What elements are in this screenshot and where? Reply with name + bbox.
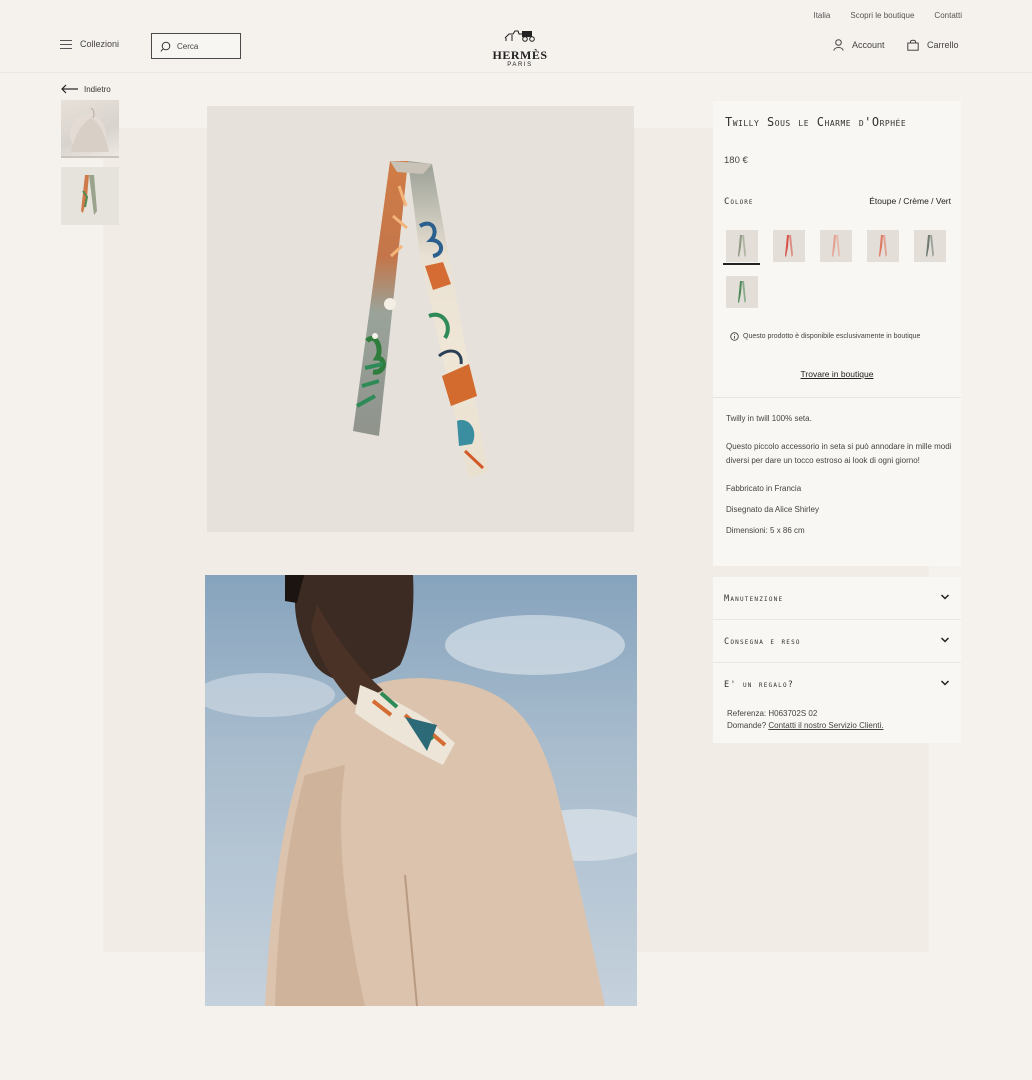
search-icon bbox=[160, 41, 171, 52]
color-swatch-5[interactable] bbox=[914, 230, 946, 262]
customer-service-link[interactable]: Contatti il nostro Servizio Clienti. bbox=[768, 721, 883, 730]
swatch-scarf-icon bbox=[738, 235, 746, 257]
hamburger-icon bbox=[60, 39, 72, 49]
back-label: Indietro bbox=[84, 84, 111, 94]
shopping-bag-icon bbox=[907, 39, 919, 51]
boutiques-link[interactable]: Scopri le boutique bbox=[850, 11, 914, 20]
color-swatch-6[interactable] bbox=[726, 276, 758, 308]
accordion-care-label: Manutenzione bbox=[724, 594, 784, 604]
info-icon bbox=[730, 332, 739, 341]
collections-menu-button[interactable]: Collezioni bbox=[60, 39, 119, 49]
user-icon bbox=[833, 39, 844, 51]
chevron-down-icon bbox=[940, 680, 950, 686]
accordion-care[interactable]: Manutenzione bbox=[713, 577, 961, 620]
swatch-scarf-icon bbox=[926, 235, 934, 257]
contacts-link[interactable]: Contatti bbox=[934, 11, 962, 20]
cart-label: Carrello bbox=[927, 40, 959, 50]
site-header: Italia Scopri le boutique Contatti Colle… bbox=[0, 0, 1032, 73]
chevron-down-icon bbox=[940, 594, 950, 600]
color-swatch-3[interactable] bbox=[820, 230, 852, 262]
details-accordion-panel: Manutenzione Consegna e reso E' un regal… bbox=[713, 577, 961, 743]
reference-info: Referenza: H063702S 02 Domande? Contatti… bbox=[727, 708, 884, 732]
product-info-panel: Twilly Sous le Charme d'Orphée 180 € Col… bbox=[713, 101, 961, 566]
description-material: Twilly in twill 100% seta. bbox=[726, 414, 812, 423]
thumbnail-scarf-photo[interactable] bbox=[61, 167, 119, 225]
twilly-scarf-illustration bbox=[353, 161, 488, 478]
product-image-scarf bbox=[207, 106, 634, 532]
thumbnail-model-photo[interactable] bbox=[61, 100, 119, 158]
reference-code: Referenza: H063702S 02 bbox=[727, 709, 818, 718]
thumbnail-model-image bbox=[70, 107, 109, 154]
back-link[interactable]: Indietro bbox=[61, 84, 111, 94]
swatch-scarf-icon bbox=[785, 235, 793, 257]
logo-name: HERMÈS bbox=[492, 48, 548, 62]
search-input[interactable] bbox=[177, 41, 237, 51]
description-made-in: Fabbricato in Francia bbox=[726, 484, 802, 493]
selected-color-value: Étoupe / Crème / Vert bbox=[869, 196, 951, 206]
chevron-down-icon bbox=[940, 637, 950, 643]
availability-text: Questo prodotto è disponibile esclusivam… bbox=[743, 333, 921, 340]
thumbnail-scarf-image bbox=[81, 175, 97, 215]
swatch-scarf-icon bbox=[738, 281, 746, 303]
product-title: Twilly Sous le Charme d'Orphée bbox=[725, 115, 907, 129]
swatch-scarf-icon bbox=[879, 235, 887, 257]
color-swatch-4[interactable] bbox=[867, 230, 899, 262]
hermes-logo[interactable]: HERMÈS PARIS bbox=[488, 28, 552, 68]
description-dimensions: Dimensioni: 5 x 86 cm bbox=[726, 526, 805, 535]
accordion-gift[interactable]: E' un regalo? bbox=[713, 663, 961, 705]
color-label: Colore bbox=[724, 197, 754, 207]
product-image-model bbox=[205, 575, 637, 1006]
accordion-delivery-returns[interactable]: Consegna e reso bbox=[713, 620, 961, 663]
accordion-gift-label: E' un regalo? bbox=[724, 680, 795, 690]
top-links: Italia Scopri le boutique Contatti bbox=[813, 11, 962, 20]
cart-button[interactable]: Carrello bbox=[907, 39, 959, 51]
accordion-delivery-label: Consegna e reso bbox=[724, 637, 801, 647]
questions-label: Domande? bbox=[727, 721, 767, 730]
country-link[interactable]: Italia bbox=[813, 11, 830, 20]
search-box[interactable] bbox=[151, 33, 241, 59]
swatch-scarf-icon bbox=[832, 235, 840, 257]
product-price: 180 € bbox=[724, 155, 748, 166]
questions-line: Domande? Contatti il nostro Servizio Cli… bbox=[727, 720, 884, 732]
selected-swatch-indicator bbox=[723, 263, 760, 265]
arrow-left-icon bbox=[61, 84, 78, 94]
find-in-boutique-link[interactable]: Trovare in boutique bbox=[713, 369, 961, 379]
description-designer: Disegnato da Alice Shirley bbox=[726, 505, 819, 514]
color-swatch-2[interactable] bbox=[773, 230, 805, 262]
collections-label: Collezioni bbox=[80, 39, 120, 49]
account-label: Account bbox=[852, 40, 885, 50]
product-description: Twilly in twill 100% seta. Questo piccol… bbox=[726, 412, 954, 538]
color-swatch-1[interactable] bbox=[726, 230, 758, 262]
carriage-logo-icon bbox=[504, 30, 535, 42]
account-button[interactable]: Account bbox=[833, 39, 885, 51]
description-text: Questo piccolo accessorio in seta si può… bbox=[726, 442, 952, 465]
availability-notice: Questo prodotto è disponibile esclusivam… bbox=[730, 332, 920, 341]
model-wearing-scarf-photo bbox=[205, 575, 637, 1006]
divider bbox=[713, 397, 961, 398]
